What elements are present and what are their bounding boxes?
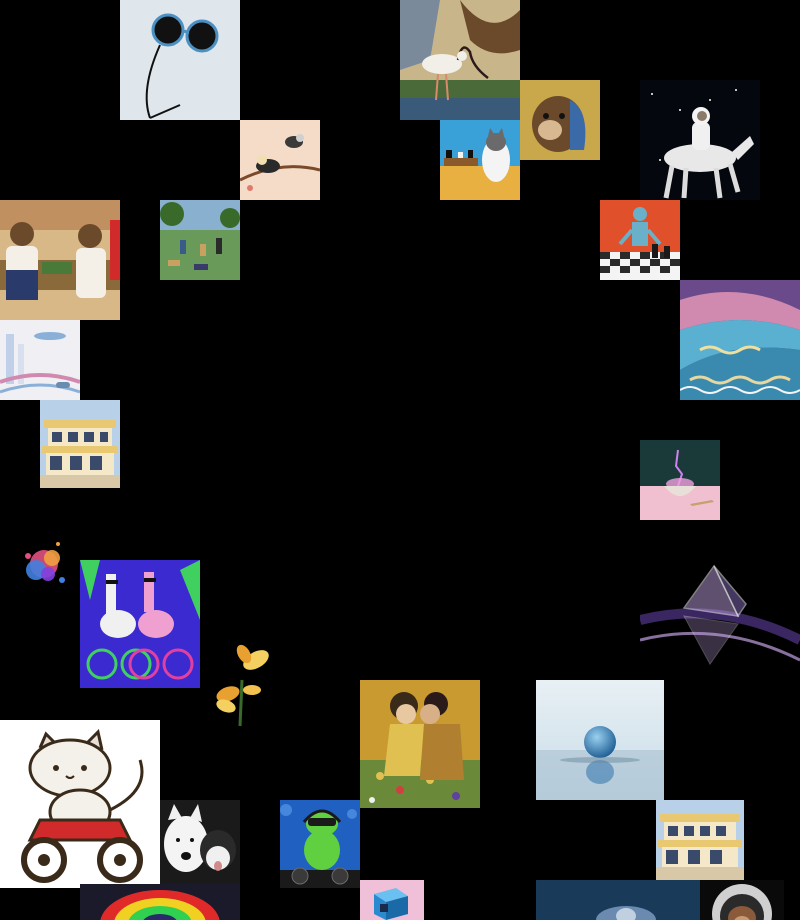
glass-pyramid-image <box>640 560 800 680</box>
otter-image <box>520 80 600 160</box>
thumbnail-frog-dj[interactable] <box>280 800 360 888</box>
river-painting-image <box>680 280 800 400</box>
thumbnail-otter[interactable] <box>520 80 600 160</box>
thumbnail-ibis[interactable] <box>400 0 520 120</box>
thumbnail-paint-explosion <box>14 530 74 600</box>
thumbnail-glass-sphere[interactable] <box>536 680 664 800</box>
dogs-image <box>160 800 240 884</box>
thumbnail-robot-chess[interactable] <box>600 200 680 280</box>
villa-2-image <box>656 800 744 880</box>
thumbnail-astronaut-horse[interactable] <box>640 80 760 200</box>
thumbnail-villa[interactable] <box>40 400 120 488</box>
teddy-bears-image <box>0 200 120 320</box>
thumbnail-cat-motorcycle[interactable] <box>0 720 160 888</box>
thumbnail-birds[interactable] <box>240 120 320 200</box>
thumbnail-glass-pyramid[interactable] <box>640 560 800 680</box>
thumbnail-glowing-bowl[interactable] <box>640 440 720 520</box>
thumbnail-park-scene[interactable] <box>160 200 240 280</box>
thumbnail-villa-2[interactable] <box>656 800 744 880</box>
birds-image <box>240 120 320 200</box>
thumbnail-dogs[interactable] <box>160 800 240 884</box>
klimt-kiss-image <box>360 680 480 808</box>
thumbnail-llamas-bicycles[interactable] <box>80 560 200 688</box>
frog-dj-image <box>280 800 360 888</box>
thumbnail-colorful-swirl[interactable] <box>80 884 240 920</box>
cat-chess-image <box>440 120 520 200</box>
glass-sphere-image <box>536 680 664 800</box>
monkey-astronaut-image <box>700 880 784 920</box>
thumbnail-teddy-bears[interactable] <box>0 200 120 320</box>
cat-motorcycle-image <box>0 720 160 888</box>
thumbnail-blue-scene[interactable] <box>536 880 700 920</box>
llamas-bicycles-image <box>80 560 200 688</box>
thumbnail-futuristic-city[interactable] <box>0 320 80 400</box>
thumbnail-monkey-astronaut[interactable] <box>700 880 784 920</box>
paint-explosion-image <box>25 542 65 583</box>
thumbnail-yellow-flowers[interactable] <box>200 640 280 728</box>
blue-cube-image <box>360 880 424 920</box>
sunglasses-image <box>120 0 240 120</box>
yellow-flowers-image <box>200 640 280 728</box>
park-scene-image <box>160 200 240 280</box>
thumbnail-sunglasses[interactable] <box>120 0 240 120</box>
blue-scene-image <box>536 880 700 920</box>
villa-image <box>40 400 120 488</box>
thumbnail-klimt-kiss[interactable] <box>360 680 480 808</box>
futuristic-city-image <box>0 320 80 400</box>
robot-chess-image <box>600 200 680 280</box>
thumbnail-river-painting[interactable] <box>680 280 800 400</box>
thumbnail-blue-cube[interactable] <box>360 880 424 920</box>
astronaut-horse-image <box>640 80 760 200</box>
thumbnail-cat-chess[interactable] <box>440 120 520 200</box>
ibis-image <box>400 0 520 120</box>
glowing-bowl-image <box>640 440 720 520</box>
colorful-swirl-image <box>80 884 240 920</box>
